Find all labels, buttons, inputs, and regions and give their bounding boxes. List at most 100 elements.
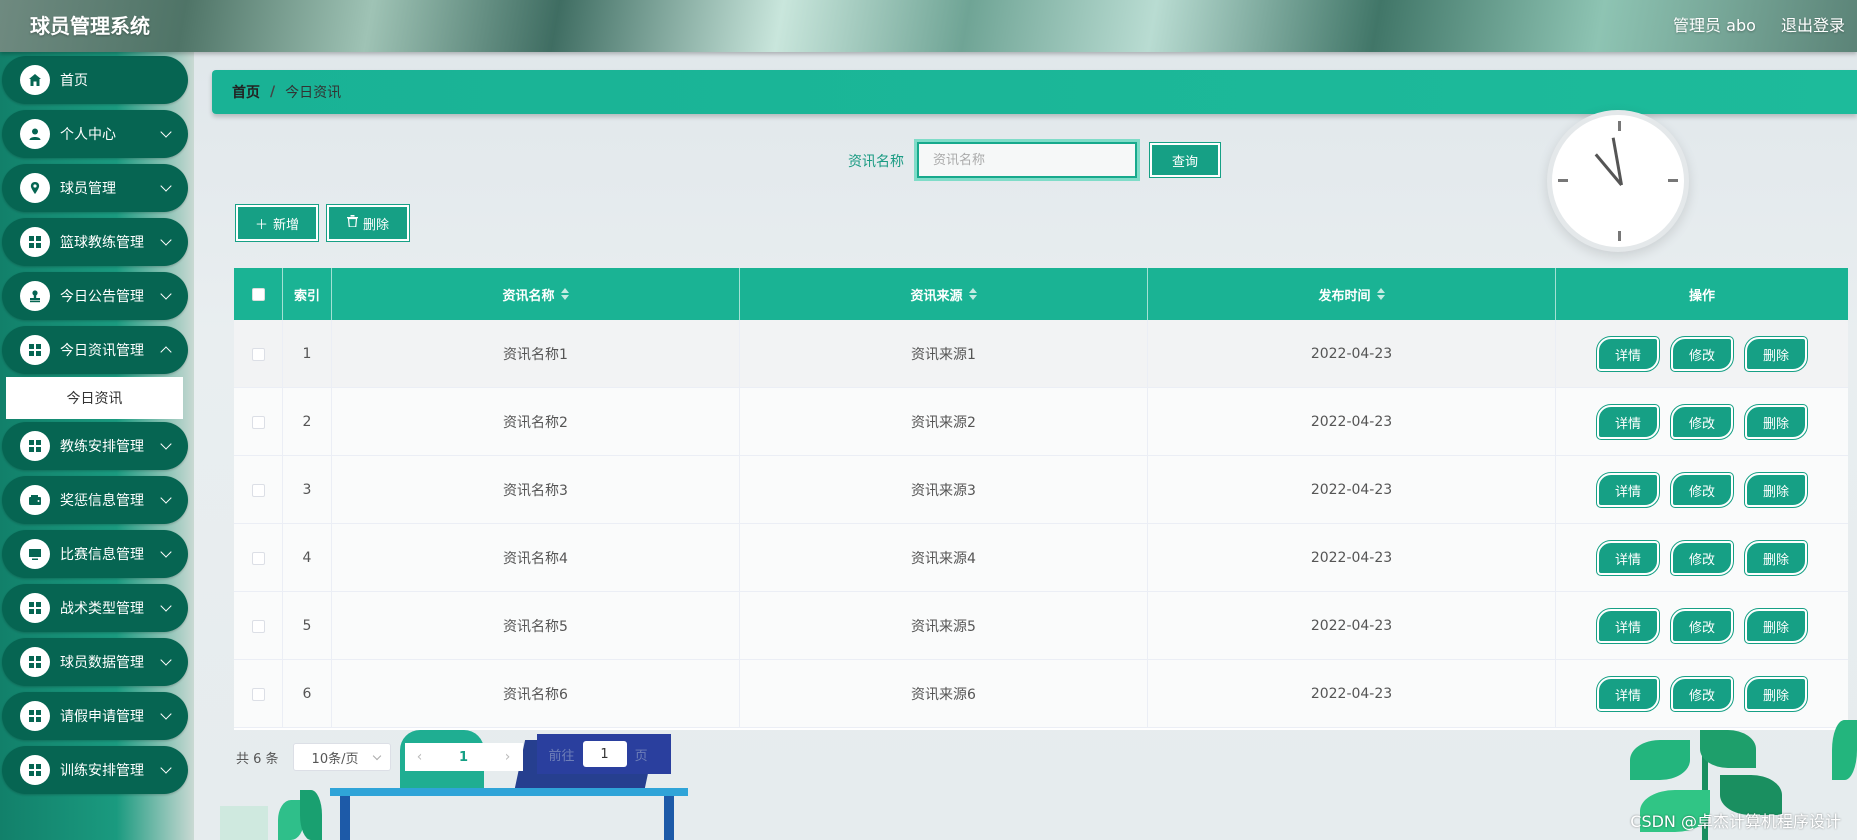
chevron-down-icon — [160, 234, 172, 246]
goto-page-input[interactable]: 1 — [582, 741, 627, 767]
chevron-down-icon — [160, 438, 172, 450]
search-input[interactable] — [914, 139, 1140, 181]
next-page-button[interactable]: › — [492, 743, 523, 771]
chevron-left-icon: ‹ — [416, 749, 423, 765]
breadcrumb-home[interactable]: 首页 — [232, 82, 260, 102]
sidebar-item-news[interactable]: 今日资讯管理 — [2, 326, 188, 374]
detail-button[interactable]: 详情 — [1596, 540, 1660, 576]
select-all-checkbox[interactable] — [251, 287, 265, 301]
cell-name: 资讯名称5 — [332, 592, 740, 660]
sidebar-item-label: 比赛信息管理 — [60, 547, 144, 563]
grid-icon — [20, 755, 50, 785]
sidebar-item-home[interactable]: 首页 — [2, 56, 188, 104]
delete-button[interactable]: 删除 — [1744, 472, 1808, 508]
sidebar-item-coaches[interactable]: 篮球教练管理 — [2, 218, 188, 266]
cell-time: 2022-04-23 — [1148, 524, 1556, 592]
column-header-label: 资讯名称 — [502, 288, 555, 304]
table-row: 4 资讯名称4 资讯来源4 2022-04-23 详情 修改 删除 — [234, 524, 1848, 592]
column-header-time[interactable]: 发布时间 — [1148, 268, 1556, 320]
chevron-down-icon — [160, 546, 172, 558]
sidebar-item-tactics[interactable]: 战术类型管理 — [2, 584, 188, 632]
grid-icon — [20, 593, 50, 623]
page-size-value: 10条/页 — [311, 751, 359, 767]
chevron-down-icon — [160, 654, 172, 666]
column-header-name[interactable]: 资讯名称 — [332, 268, 740, 320]
cell-index: 1 — [283, 320, 332, 388]
detail-button[interactable]: 详情 — [1596, 404, 1660, 440]
search-button[interactable]: 查询 — [1149, 142, 1221, 178]
page-size-select[interactable]: 10条/页 — [292, 743, 391, 771]
sort-icon[interactable] — [968, 288, 977, 300]
delete-button[interactable]: 删除 — [1744, 540, 1808, 576]
edit-button[interactable]: 修改 — [1670, 540, 1734, 576]
sidebar-item-player-data[interactable]: 球员数据管理 — [2, 638, 188, 686]
cell-index: 4 — [283, 524, 332, 592]
sort-icon[interactable] — [560, 288, 569, 300]
table-row: 2 资讯名称2 资讯来源2 2022-04-23 详情 修改 删除 — [234, 388, 1848, 456]
delete-button[interactable]: 删除 — [1744, 608, 1808, 644]
sidebar-item-personal-center[interactable]: 个人中心 — [2, 110, 188, 158]
row-checkbox[interactable] — [251, 415, 265, 429]
row-checkbox[interactable] — [251, 483, 265, 497]
sidebar-item-label: 教练安排管理 — [60, 439, 144, 455]
bulk-delete-button[interactable]: 删除 — [326, 204, 410, 242]
sidebar-item-training[interactable]: 训练安排管理 — [2, 746, 188, 794]
detail-button[interactable]: 详情 — [1596, 608, 1660, 644]
sidebar-item-label: 球员数据管理 — [60, 655, 144, 671]
detail-button[interactable]: 详情 — [1596, 676, 1660, 712]
chevron-down-icon — [372, 751, 381, 761]
monitor-icon — [20, 539, 50, 569]
pagination: 共 6 条 10条/页 ‹ 1 › 前往 1 页 — [236, 734, 671, 774]
add-button-label: 新增 — [273, 217, 300, 233]
chevron-down-icon — [160, 600, 172, 612]
edit-button[interactable]: 修改 — [1670, 336, 1734, 372]
cell-name: 资讯名称1 — [332, 320, 740, 388]
submenu-item-today-news[interactable]: 今日资讯 — [6, 377, 183, 419]
cell-source: 资讯来源1 — [740, 320, 1148, 388]
sidebar-item-players[interactable]: 球员管理 — [2, 164, 188, 212]
edit-button[interactable]: 修改 — [1670, 404, 1734, 440]
select-all-cell — [234, 268, 283, 320]
cell-time: 2022-04-23 — [1148, 388, 1556, 456]
cell-time: 2022-04-23 — [1148, 320, 1556, 388]
sidebar-item-matches[interactable]: 比赛信息管理 — [2, 530, 188, 578]
page-number-current[interactable]: 1 — [434, 743, 493, 771]
table-body: 1 资讯名称1 资讯来源1 2022-04-23 详情 修改 删除 2 资讯名称… — [234, 320, 1848, 728]
news-table: 索引 资讯名称 资讯来源 发布时间 操作 1 资讯名称1 资讯来源1 2022-… — [234, 268, 1848, 730]
column-header-source[interactable]: 资讯来源 — [740, 268, 1148, 320]
cell-source: 资讯来源4 — [740, 524, 1148, 592]
sidebar-item-announcements[interactable]: 今日公告管理 — [2, 272, 188, 320]
trash-icon — [346, 215, 358, 231]
sidebar-item-leave-requests[interactable]: 请假申请管理 — [2, 692, 188, 740]
sort-icon[interactable] — [1376, 288, 1385, 300]
chevron-down-icon — [160, 762, 172, 774]
add-button[interactable]: ＋ 新增 — [235, 204, 319, 242]
delete-button[interactable]: 删除 — [1744, 336, 1808, 372]
cell-index: 5 — [283, 592, 332, 660]
clock-illustration — [1547, 110, 1689, 252]
sidebar-item-rewards[interactable]: 奖惩信息管理 — [2, 476, 188, 524]
grid-icon — [20, 701, 50, 731]
row-checkbox[interactable] — [251, 619, 265, 633]
breadcrumb-separator: / — [270, 84, 276, 100]
row-checkbox[interactable] — [251, 687, 265, 701]
delete-button[interactable]: 删除 — [1744, 404, 1808, 440]
table-header: 索引 资讯名称 资讯来源 发布时间 操作 — [234, 268, 1848, 320]
edit-button[interactable]: 修改 — [1670, 472, 1734, 508]
breadcrumb-current: 今日资讯 — [285, 85, 342, 101]
row-checkbox[interactable] — [251, 551, 265, 565]
sidebar-item-training-schedule[interactable]: 教练安排管理 — [2, 422, 188, 470]
delete-button[interactable]: 删除 — [1744, 676, 1808, 712]
cell-name: 资讯名称4 — [332, 524, 740, 592]
top-header: 球员管理系统 管理员 abo 退出登录 — [0, 0, 1857, 52]
edit-button[interactable]: 修改 — [1670, 676, 1734, 712]
stamp-icon — [20, 281, 50, 311]
sidebar-item-label: 个人中心 — [60, 127, 116, 143]
row-checkbox[interactable] — [251, 347, 265, 361]
sidebar-item-label: 篮球教练管理 — [60, 235, 144, 251]
detail-button[interactable]: 详情 — [1596, 336, 1660, 372]
prev-page-button[interactable]: ‹ — [404, 743, 435, 771]
edit-button[interactable]: 修改 — [1670, 608, 1734, 644]
detail-button[interactable]: 详情 — [1596, 472, 1660, 508]
logout-button[interactable]: 退出登录 — [1781, 16, 1845, 35]
